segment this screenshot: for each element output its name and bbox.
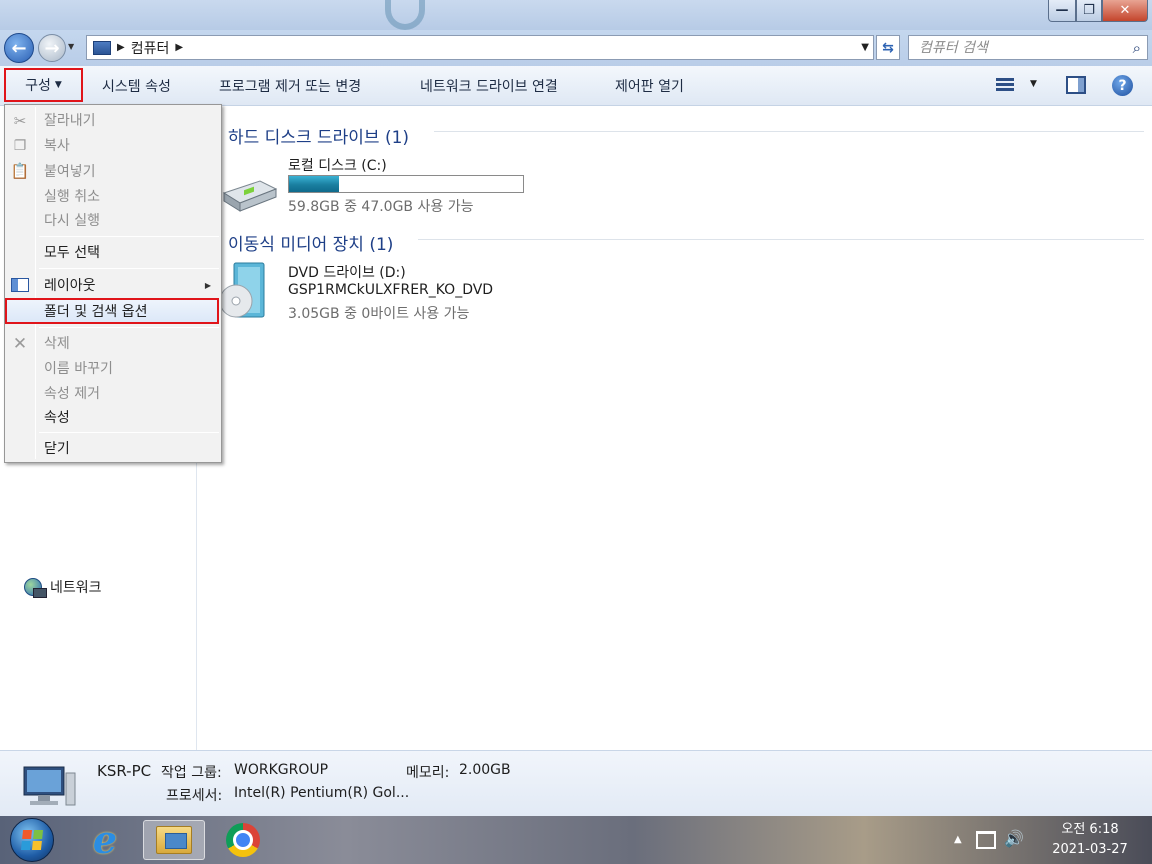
menu-item-close[interactable]: 닫기 <box>7 436 219 460</box>
menu-item-remove-properties[interactable]: 속성 제거 <box>7 381 219 405</box>
menu-item-folder-search-options[interactable]: 폴더 및 검색 옵션 <box>5 298 219 324</box>
preview-pane-icon[interactable] <box>1066 76 1086 94</box>
processor-value: Intel(R) Pentium(R) Gol... <box>234 785 410 801</box>
menu-item-paste[interactable]: 붙여넣기 <box>7 159 219 183</box>
organize-label: 구성 <box>25 78 51 94</box>
close-button[interactable]: ✕ <box>1102 0 1148 22</box>
processor-label: 프로세서: <box>166 788 223 804</box>
drive-d-volume-label: GSP1RMCkULXFRER_KO_DVD <box>288 282 494 298</box>
search-box[interactable]: ⌕ <box>908 35 1148 60</box>
chrome-icon <box>226 823 260 857</box>
title-bar: — ❐ ✕ <box>0 0 1152 30</box>
forward-button[interactable]: → <box>38 34 66 62</box>
menu-item-undo[interactable]: 실행 취소 <box>7 184 219 208</box>
menu-item-delete[interactable]: 삭제 <box>7 331 219 355</box>
menu-item-layout[interactable]: 레이아웃 ▶ <box>7 273 219 297</box>
drive-c-usage-bar <box>288 175 524 193</box>
refresh-button[interactable]: ⇆ <box>876 35 900 60</box>
menu-item-copy[interactable]: 복사 <box>7 133 219 157</box>
computer-name: KSR-PC <box>97 762 152 780</box>
volume-icon[interactable]: 🔊 <box>1004 829 1024 848</box>
content-pane: 하드 디스크 드라이브 (1) 로컬 디스크 (C:) 59.8GB 중 47.… <box>198 107 1152 750</box>
workgroup-value: WORKGROUP <box>234 762 329 778</box>
clock-date: 2021-03-27 <box>1052 842 1128 857</box>
help-icon[interactable]: ? <box>1112 75 1133 96</box>
uninstall-program-button[interactable]: 프로그램 제거 또는 변경 <box>219 66 361 106</box>
computer-icon <box>93 40 111 55</box>
minimize-button[interactable]: — <box>1048 0 1076 22</box>
breadcrumb-chevron-icon[interactable]: ▶ <box>175 42 183 53</box>
breadcrumb-computer[interactable]: 컴퓨터 <box>131 38 170 58</box>
drive-c-space: 59.8GB 중 47.0GB 사용 가능 <box>288 199 474 215</box>
menu-item-redo[interactable]: 다시 실행 <box>7 208 219 232</box>
menu-item-select-all[interactable]: 모두 선택 <box>7 240 219 264</box>
network-icon <box>24 578 47 598</box>
memory-value: 2.00GB <box>459 762 511 778</box>
change-view-icon[interactable] <box>996 78 1018 94</box>
window-controls: — ❐ ✕ <box>1048 0 1148 22</box>
nav-item-network-label: 네트워크 <box>50 580 102 596</box>
taskbar: e ▲ 🔊 오전 6:18 2021-03-27 <box>0 816 1152 864</box>
details-pane: KSR-PC 작업 그룹: WORKGROUP 메모리: 2.00GB 프로세서… <box>0 750 1152 816</box>
show-hidden-icons-icon[interactable]: ▲ <box>954 834 962 845</box>
clock[interactable]: 오전 6:18 2021-03-27 <box>1040 820 1140 860</box>
drive-d-name: DVD 드라이브 (D:) <box>288 265 406 281</box>
address-dropdown-icon[interactable]: ▼ <box>861 42 869 53</box>
folder-icon <box>156 826 192 854</box>
internet-explorer-icon: e <box>92 817 118 862</box>
menu-item-layout-label: 레이아웃 <box>44 278 96 294</box>
group-title-hard-disks[interactable]: 하드 디스크 드라이브 (1) <box>228 123 409 148</box>
organize-button[interactable]: 구성 ▼ <box>4 68 83 102</box>
taskbar-internet-explorer[interactable]: e <box>74 820 136 860</box>
open-control-panel-button[interactable]: 제어판 열기 <box>615 66 684 106</box>
computer-icon <box>23 766 76 806</box>
search-input[interactable] <box>919 39 1119 56</box>
view-options-chevron-icon[interactable]: ▼ <box>1030 79 1037 89</box>
breadcrumb-separator-icon[interactable]: ▶ <box>117 42 125 53</box>
system-properties-button[interactable]: 시스템 속성 <box>102 66 171 106</box>
organize-menu: ✂ 잘라내기 ❐ 복사 📋 붙여넣기 실행 취소 다시 실행 모두 선택 레이아… <box>4 104 222 463</box>
maximize-button[interactable]: ❐ <box>1076 0 1102 22</box>
dvd-drive-icon <box>220 262 265 318</box>
address-bar[interactable]: ▶ 컴퓨터 ▶ ▼ <box>86 35 874 60</box>
nav-item-network[interactable]: 네트워크 <box>24 577 102 598</box>
taskbar-chrome[interactable] <box>212 820 274 860</box>
drive-d-space: 3.05GB 중 0바이트 사용 가능 <box>288 306 470 322</box>
clock-time: 오전 6:18 <box>1061 822 1119 837</box>
group-title-removable[interactable]: 이동식 미디어 장치 (1) <box>228 230 393 255</box>
menu-item-cut[interactable]: 잘라내기 <box>7 108 219 132</box>
back-button[interactable]: ← <box>4 33 34 63</box>
menu-item-properties[interactable]: 속성 <box>7 405 219 429</box>
windows-logo-icon <box>20 830 44 850</box>
submenu-arrow-icon: ▶ <box>204 280 211 290</box>
drive-c-usage-fill <box>289 176 340 192</box>
network-status-icon[interactable] <box>976 831 996 849</box>
chevron-down-icon: ▼ <box>54 80 62 90</box>
search-icon[interactable]: ⌕ <box>1133 39 1141 57</box>
hard-drive-icon <box>222 180 278 212</box>
recent-pages-dropdown-icon[interactable]: ▼ <box>68 42 74 51</box>
command-bar: 구성 ▼ 시스템 속성 프로그램 제거 또는 변경 네트워크 드라이브 연결 제… <box>0 66 1152 106</box>
taskbar-windows-explorer[interactable] <box>143 820 205 860</box>
memory-label: 메모리: <box>406 765 450 781</box>
map-network-drive-button[interactable]: 네트워크 드라이브 연결 <box>420 66 558 106</box>
drive-c-name: 로컬 디스크 (C:) <box>288 158 387 174</box>
start-button[interactable] <box>10 818 54 862</box>
workgroup-label: 작업 그룹: <box>161 765 222 781</box>
menu-item-rename[interactable]: 이름 바꾸기 <box>7 356 219 380</box>
navigation-bar: ← → ▼ ▶ 컴퓨터 ▶ ▼ ⇆ ⌕ <box>0 30 1152 66</box>
